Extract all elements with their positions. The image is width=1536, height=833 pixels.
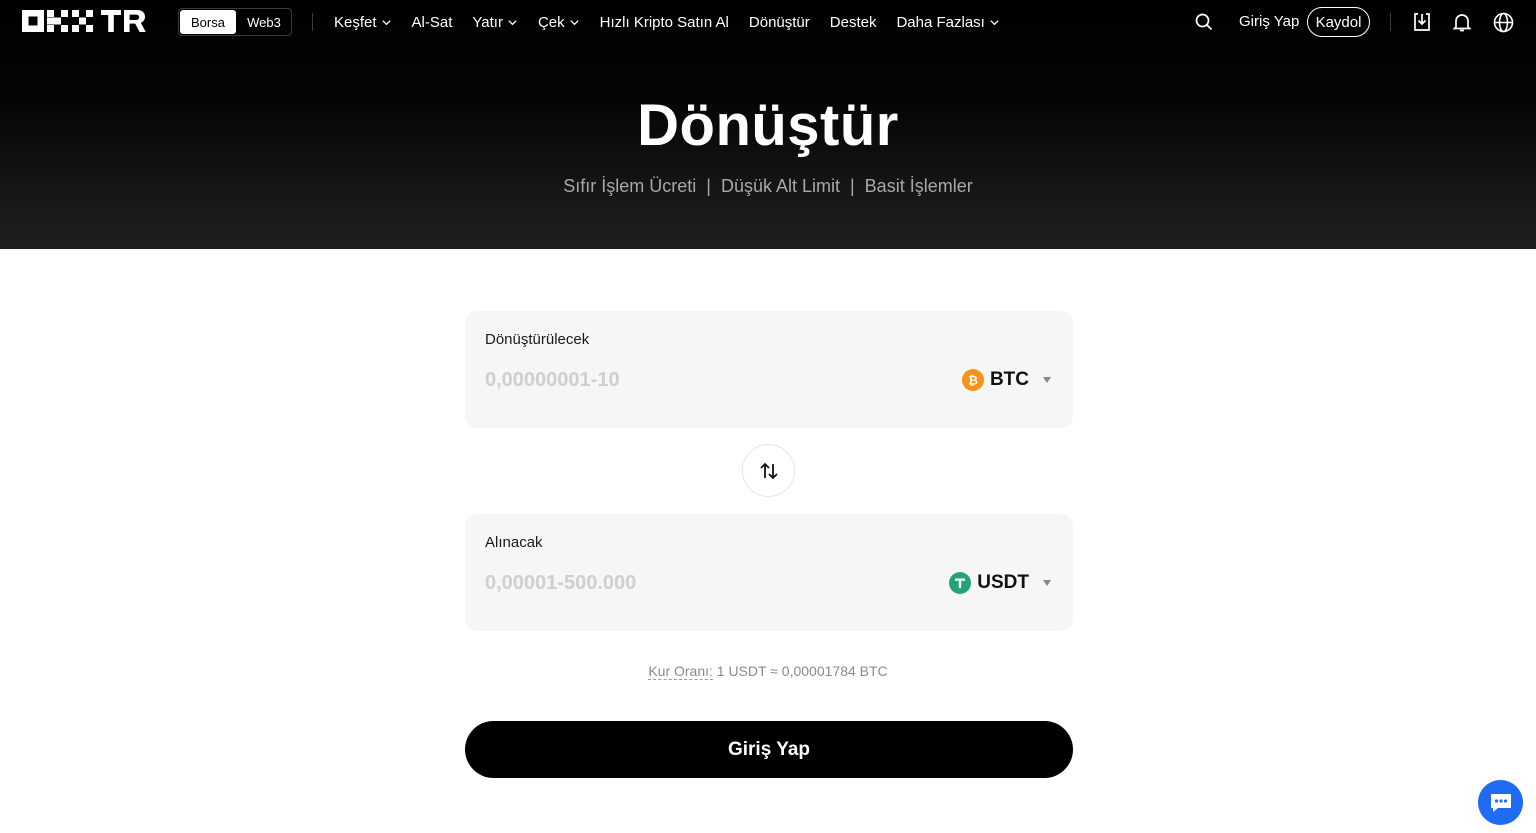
globe-icon[interactable] xyxy=(1492,11,1514,33)
svg-text:₿: ₿ xyxy=(968,374,978,388)
main-menu: Keşfet Al-Sat Yatır Çek Hızlı Kripto Sat… xyxy=(334,0,1000,44)
rate-label[interactable]: Kur Oranı: xyxy=(648,663,713,680)
from-coin-selector[interactable]: ₿ BTC xyxy=(961,367,1051,393)
caret-down-icon xyxy=(1043,580,1051,586)
bell-icon[interactable] xyxy=(1451,11,1473,33)
swap-button[interactable] xyxy=(742,444,795,497)
page-title: Dönüştür xyxy=(637,93,899,158)
swap-arrows-icon xyxy=(759,462,778,479)
borsa-web3-switch: Borsa Web3 xyxy=(178,8,292,36)
chevron-down-icon xyxy=(381,19,391,25)
nav-divider xyxy=(1390,13,1391,31)
from-card: Dönüştürülecek ₿ BTC xyxy=(465,311,1073,428)
search-icon[interactable] xyxy=(1193,11,1215,33)
to-label: Alınacak xyxy=(485,534,543,551)
menu-item-daha-fazlasi[interactable]: Daha Fazlası xyxy=(896,14,999,31)
download-icon[interactable] xyxy=(1411,11,1433,33)
menu-item-al-sat[interactable]: Al-Sat xyxy=(412,14,453,31)
login-submit-button[interactable]: Giriş Yap xyxy=(465,721,1073,778)
okx-tr-logo[interactable] xyxy=(22,9,154,33)
to-card: Alınacak USDT xyxy=(465,514,1073,631)
chevron-down-icon xyxy=(508,19,517,25)
menu-item-donustur[interactable]: Dönüştür xyxy=(749,14,810,31)
from-label: Dönüştürülecek xyxy=(485,331,590,348)
switch-borsa[interactable]: Borsa xyxy=(180,10,236,34)
to-amount-input[interactable] xyxy=(485,570,905,596)
nav-divider xyxy=(312,13,313,31)
support-chat-button[interactable] xyxy=(1478,780,1523,825)
usdt-icon xyxy=(949,572,972,594)
signup-button[interactable]: Kaydol xyxy=(1307,7,1370,37)
to-coin-selector[interactable]: USDT xyxy=(949,570,1051,596)
btc-icon: ₿ xyxy=(961,369,984,391)
menu-item-hizli-kripto[interactable]: Hızlı Kripto Satın Al xyxy=(600,14,729,31)
menu-item-yatir[interactable]: Yatır xyxy=(472,14,518,31)
top-navigation: Borsa Web3 Keşfet Al-Sat Yatır Çek Hızlı… xyxy=(0,0,1536,44)
menu-item-cek[interactable]: Çek xyxy=(538,14,580,31)
rate-value: 1 USDT ≈ 0,00001784 BTC xyxy=(712,663,888,679)
exchange-rate: Kur Oranı: 1 USDT ≈ 0,00001784 BTC xyxy=(0,663,1536,680)
switch-web3[interactable]: Web3 xyxy=(237,9,291,35)
caret-down-icon xyxy=(1043,377,1051,383)
login-link[interactable]: Giriş Yap xyxy=(1239,13,1299,30)
chevron-down-icon xyxy=(990,19,999,25)
from-coin-symbol: BTC xyxy=(989,369,1029,390)
hero-banner: Borsa Web3 Keşfet Al-Sat Yatır Çek Hızlı… xyxy=(0,0,1536,249)
chevron-down-icon xyxy=(570,19,579,25)
menu-item-destek[interactable]: Destek xyxy=(830,14,877,31)
chat-icon xyxy=(1490,793,1511,812)
page-subtitle: Sıfır İşlem Ücreti | Düşük Alt Limit | B… xyxy=(563,176,973,196)
to-coin-symbol: USDT xyxy=(977,572,1029,593)
menu-item-kesfet[interactable]: Keşfet xyxy=(334,14,392,31)
from-amount-input[interactable] xyxy=(485,367,905,393)
